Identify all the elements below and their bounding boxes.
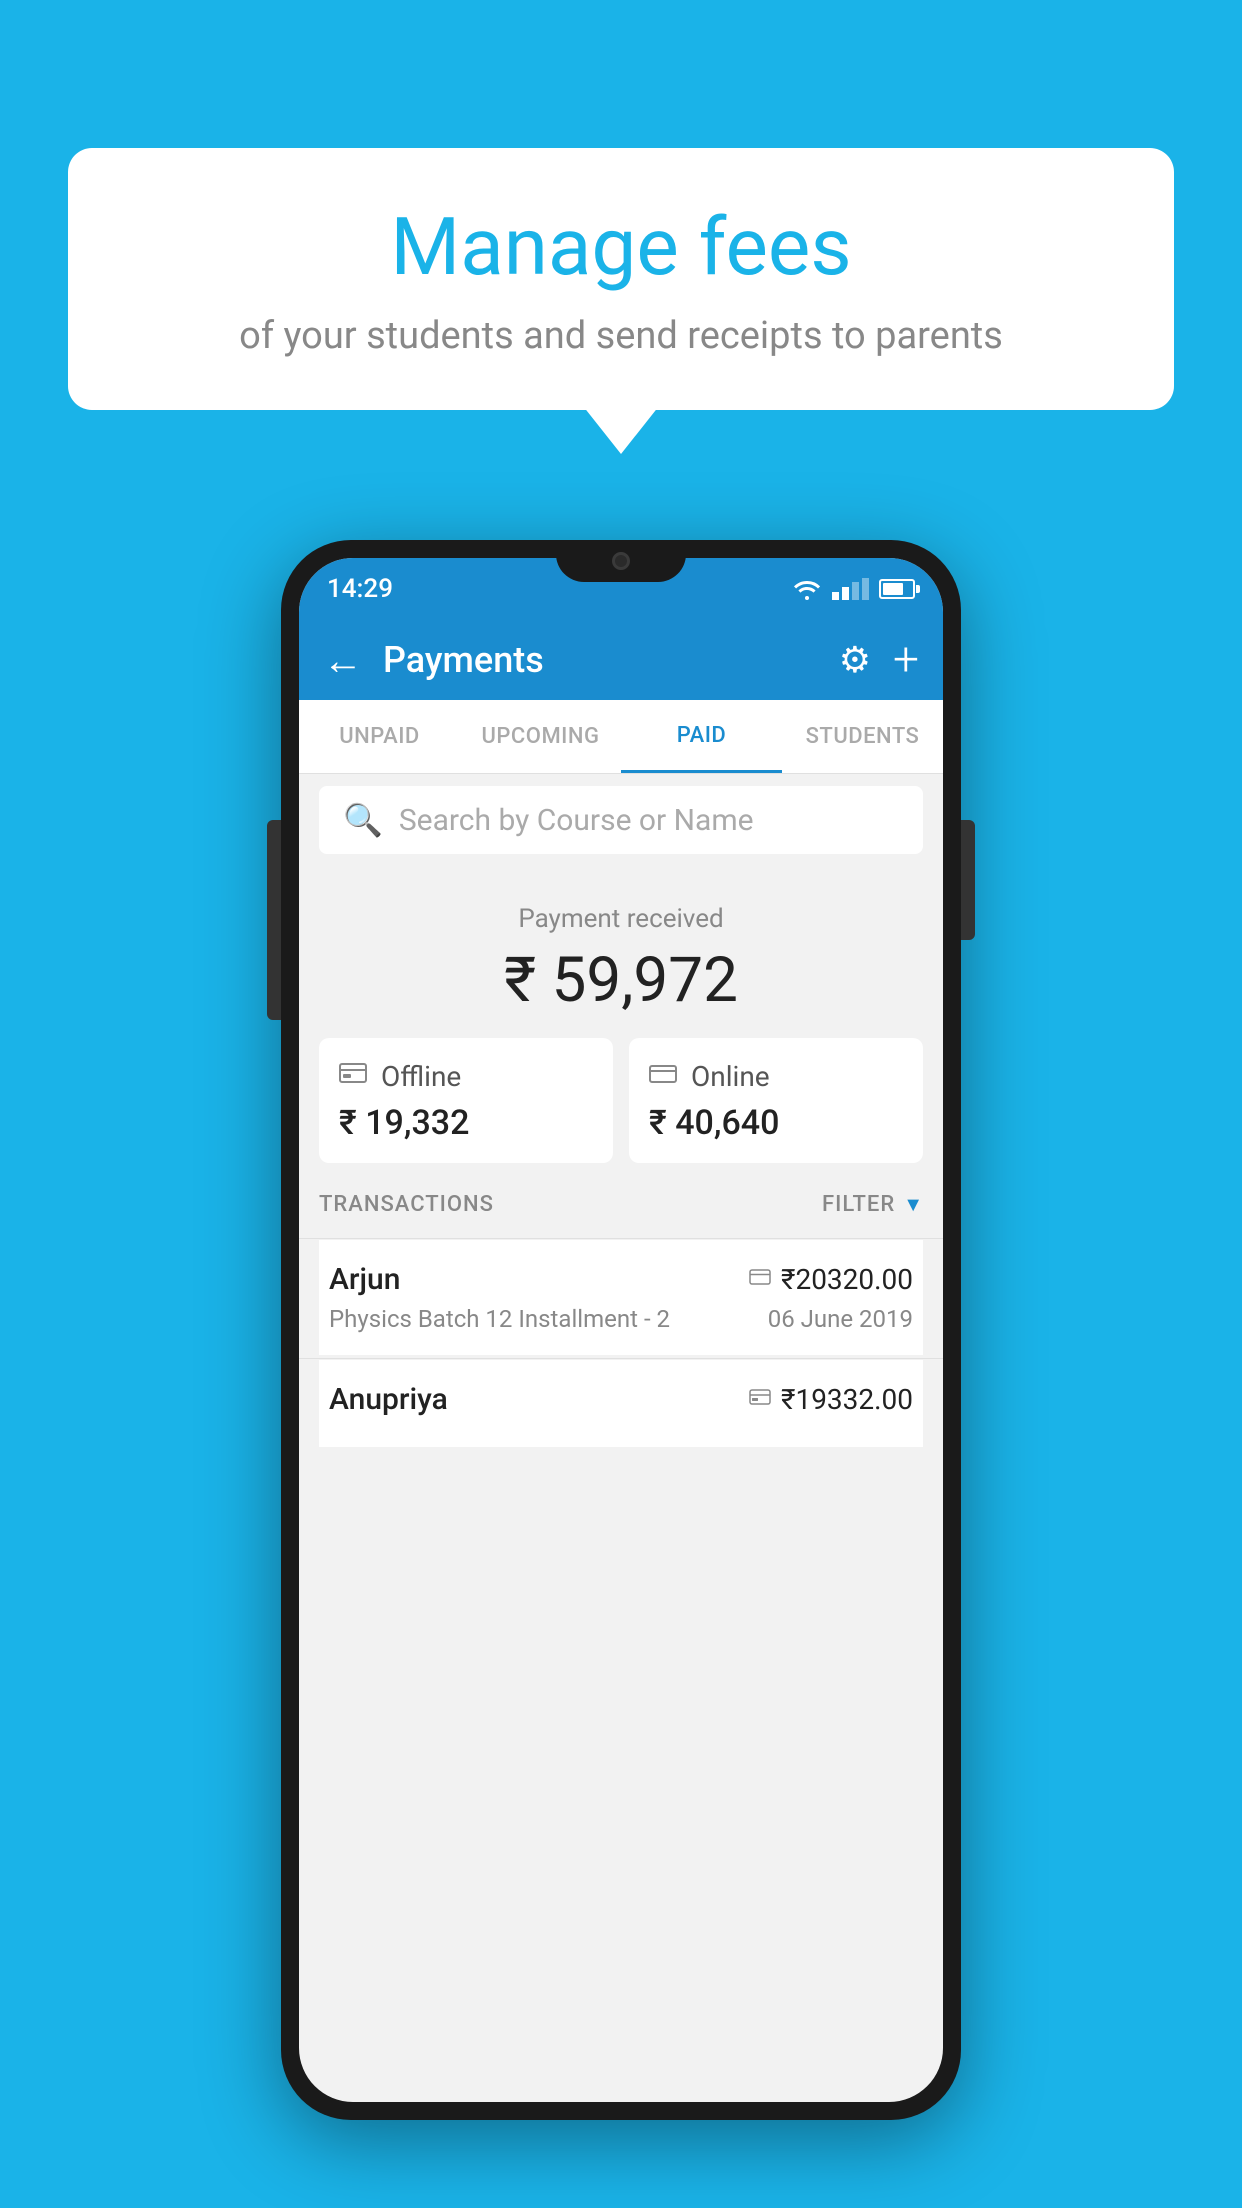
- transaction-online-icon: [749, 1267, 771, 1292]
- divider-1: [299, 1238, 943, 1239]
- tab-bar: UNPAID UPCOMING PAID STUDENTS: [299, 700, 943, 774]
- transaction-amount-arjun: ₹20320.00: [781, 1263, 913, 1296]
- online-card: Online ₹ 40,640: [629, 1038, 923, 1163]
- transaction-item-anupriya[interactable]: Anupriya ₹19332.00: [319, 1360, 923, 1447]
- filter-label: FILTER: [822, 1192, 895, 1217]
- filter-icon: ▼: [903, 1192, 923, 1217]
- add-button[interactable]: +: [893, 633, 919, 687]
- transaction-name-arjun: Arjun: [329, 1262, 400, 1297]
- app-toolbar: ← Payments ⚙ +: [299, 620, 943, 700]
- status-icons: [792, 578, 915, 600]
- signal-icon: [832, 578, 869, 600]
- tab-unpaid[interactable]: UNPAID: [299, 700, 460, 773]
- transactions-label: TRANSACTIONS: [319, 1192, 494, 1217]
- bubble-subtitle: of your students and send receipts to pa…: [128, 314, 1114, 358]
- online-card-header: Online: [649, 1060, 903, 1093]
- transaction-item-arjun[interactable]: Arjun ₹20320.00 Physics Batch 12 Install…: [319, 1240, 923, 1355]
- offline-icon: [339, 1061, 367, 1092]
- online-amount: ₹ 40,640: [649, 1103, 903, 1143]
- status-time: 14:29: [327, 574, 393, 604]
- transaction-amount-wrap-anupriya: ₹19332.00: [749, 1383, 913, 1416]
- transaction-amount-anupriya: ₹19332.00: [781, 1383, 913, 1416]
- payment-amount: ₹ 59,972: [319, 944, 923, 1017]
- settings-button[interactable]: ⚙: [839, 639, 871, 681]
- phone-screen: 14:29: [299, 558, 943, 2102]
- phone-frame: 14:29: [281, 540, 961, 2120]
- wifi-icon: [792, 578, 822, 600]
- offline-card: Offline ₹ 19,332: [319, 1038, 613, 1163]
- online-label: Online: [691, 1060, 770, 1093]
- search-placeholder: Search by Course or Name: [399, 803, 754, 838]
- transaction-offline-icon: [749, 1387, 771, 1412]
- payment-cards: Offline ₹ 19,332 Online ₹ 40,640: [319, 1038, 923, 1163]
- transaction-date-arjun: 06 June 2019: [768, 1305, 913, 1333]
- payment-label: Payment received: [319, 904, 923, 934]
- transaction-top-arjun: Arjun ₹20320.00: [329, 1262, 913, 1297]
- bubble-title: Manage fees: [128, 200, 1114, 294]
- offline-card-header: Offline: [339, 1060, 593, 1093]
- battery-fill: [883, 583, 903, 595]
- filter-section[interactable]: FILTER ▼: [822, 1192, 923, 1217]
- payment-received-section: Payment received ₹ 59,972: [299, 874, 943, 1045]
- battery-icon: [879, 579, 915, 599]
- transactions-header: TRANSACTIONS FILTER ▼: [319, 1182, 923, 1227]
- offline-amount: ₹ 19,332: [339, 1103, 593, 1143]
- transaction-amount-wrap-arjun: ₹20320.00: [749, 1263, 913, 1296]
- divider-2: [299, 1358, 943, 1359]
- tab-upcoming[interactable]: UPCOMING: [460, 700, 621, 773]
- search-bar[interactable]: 🔍 Search by Course or Name: [319, 786, 923, 854]
- transaction-course-arjun: Physics Batch 12 Installment - 2: [329, 1305, 670, 1333]
- front-camera: [612, 552, 630, 570]
- phone-notch: [556, 540, 686, 582]
- offline-label: Offline: [381, 1060, 461, 1093]
- back-button[interactable]: ←: [323, 637, 363, 684]
- transaction-top-anupriya: Anupriya ₹19332.00: [329, 1382, 913, 1417]
- transaction-name-anupriya: Anupriya: [329, 1382, 448, 1417]
- toolbar-title: Payments: [383, 639, 839, 681]
- search-icon: 🔍: [343, 801, 383, 839]
- transaction-bottom-arjun: Physics Batch 12 Installment - 2 06 June…: [329, 1305, 913, 1333]
- online-icon: [649, 1062, 677, 1092]
- tab-students[interactable]: STUDENTS: [782, 700, 943, 773]
- speech-bubble: Manage fees of your students and send re…: [68, 148, 1174, 410]
- tab-paid[interactable]: PAID: [621, 700, 782, 773]
